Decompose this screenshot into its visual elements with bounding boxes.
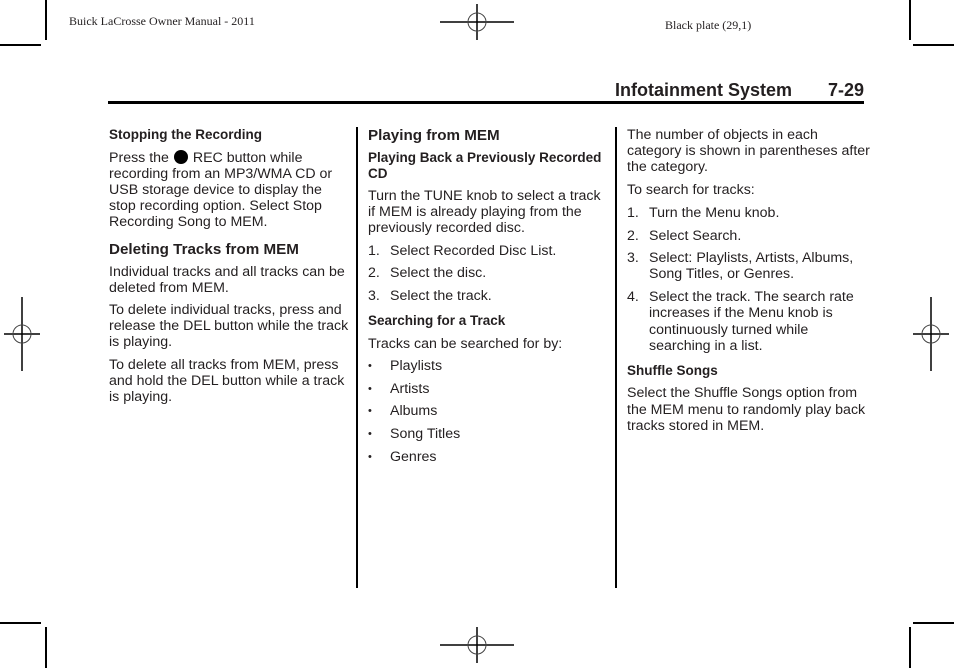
bullet-text: Albums — [390, 403, 438, 420]
bullet-icon: • — [368, 382, 372, 395]
crop-mark-bottom-left-h — [0, 622, 41, 624]
registration-mark-top-icon — [440, 4, 514, 40]
registration-mark-left-icon — [4, 297, 40, 371]
playing-back-paragraph: Turn the TUNE knob to select a track if … — [368, 188, 601, 237]
bullet-text: Genres — [390, 448, 437, 465]
crop-mark-bottom-right-v — [909, 627, 911, 668]
bullet-icon: • — [368, 450, 372, 463]
list-item: 2. Select the disc. — [368, 265, 608, 281]
heading-rule — [108, 101, 864, 104]
category-paragraph: The number of objects in each category i… — [627, 127, 870, 176]
deleting-paragraph: To delete all tracks from MEM, press and… — [109, 356, 345, 405]
manual-title: Buick LaCrosse Owner Manual - 2011 — [69, 14, 255, 28]
registration-mark-right-icon — [913, 297, 949, 371]
column-2: Playing from MEM Playing Back a Previous… — [368, 127, 608, 471]
step-text: Select the track. — [390, 288, 492, 305]
page-number: 7-29 — [828, 80, 865, 100]
crop-mark-top-left-h — [0, 44, 41, 46]
step-text: Select: Playlists, Artists, Albums, Song… — [649, 250, 854, 283]
rec-button-icon — [173, 149, 188, 164]
playing-from-mem-heading: Playing from MEM — [368, 127, 500, 144]
column-3: The number of objects in each category i… — [627, 127, 872, 440]
plate-label: Black plate (29,1) — [665, 18, 752, 32]
bullet-icon: • — [368, 405, 372, 418]
registration-mark-bottom-icon — [440, 627, 514, 663]
list-item: 3. Select: Playlists, Artists, Albums, So… — [627, 250, 872, 282]
stopping-recording-heading: Stopping the Recording — [109, 127, 262, 142]
deleting-tracks-heading: Deleting Tracks from MEM — [109, 240, 299, 258]
step-text: Turn the Menu knob. — [649, 204, 780, 221]
step-number: 1. — [627, 204, 639, 221]
list-item: 3. Select the track. — [368, 288, 608, 304]
list-item: • Playlists — [368, 358, 608, 374]
section-title: Infotainment System — [615, 80, 793, 100]
crop-mark-bottom-left-v — [45, 627, 47, 668]
deleting-paragraph: To delete individual tracks, press and r… — [109, 301, 349, 351]
step-number: 2. — [627, 227, 639, 244]
list-item: 1. Turn the Menu knob. — [627, 205, 872, 221]
column-divider-1 — [356, 127, 358, 588]
bullet-text: Song Titles — [390, 426, 461, 443]
list-item: 1. Select Recorded Disc List. — [368, 243, 608, 259]
step-text: Select Recorded Disc List. — [390, 242, 557, 259]
searching-paragraph: Tracks can be searched for by: — [368, 335, 563, 352]
step-number: 1. — [368, 242, 380, 259]
stopping-text-before: Press the — [109, 149, 169, 166]
list-item: 4. Select the track. The search rate incr… — [627, 289, 872, 354]
stopping-recording-text: Press the REC button while recording fro… — [109, 149, 349, 231]
crop-mark-top-left-v — [45, 0, 47, 40]
step-text: Select Search. — [649, 227, 742, 244]
searching-heading: Searching for a Track — [368, 313, 506, 329]
step-text: Select the disc. — [390, 265, 487, 282]
shuffle-songs-heading: Shuffle Songs — [627, 362, 718, 378]
deleting-paragraph: Individual tracks and all tracks can be … — [109, 263, 345, 296]
list-item: • Genres — [368, 449, 608, 465]
search-intro: To search for tracks: — [627, 181, 755, 198]
bullet-icon: • — [368, 428, 372, 441]
bullet-text: Playlists — [390, 357, 443, 374]
column-divider-2 — [615, 127, 617, 588]
crop-mark-top-right-h — [913, 44, 954, 46]
step-text: Select the track. The search rate increa… — [649, 289, 854, 354]
shuffle-paragraph: Select the Shuffle Songs option from the… — [627, 385, 866, 434]
step-number: 4. — [627, 289, 639, 306]
step-number: 2. — [368, 265, 380, 282]
list-item: • Artists — [368, 381, 608, 397]
column-1: Stopping the Recording Press the REC but… — [109, 127, 349, 411]
playing-back-heading: Playing Back a Previously Recorded CD — [368, 150, 602, 181]
list-item: 2. Select Search. — [627, 228, 872, 244]
crop-mark-top-right-v — [909, 0, 911, 40]
list-item: • Song Titles — [368, 426, 608, 442]
step-number: 3. — [368, 288, 380, 305]
bullet-text: Artists — [390, 380, 430, 397]
step-number: 3. — [627, 250, 639, 267]
list-item: • Albums — [368, 403, 608, 419]
bullet-icon: • — [368, 359, 372, 372]
crop-mark-bottom-right-h — [913, 622, 954, 624]
